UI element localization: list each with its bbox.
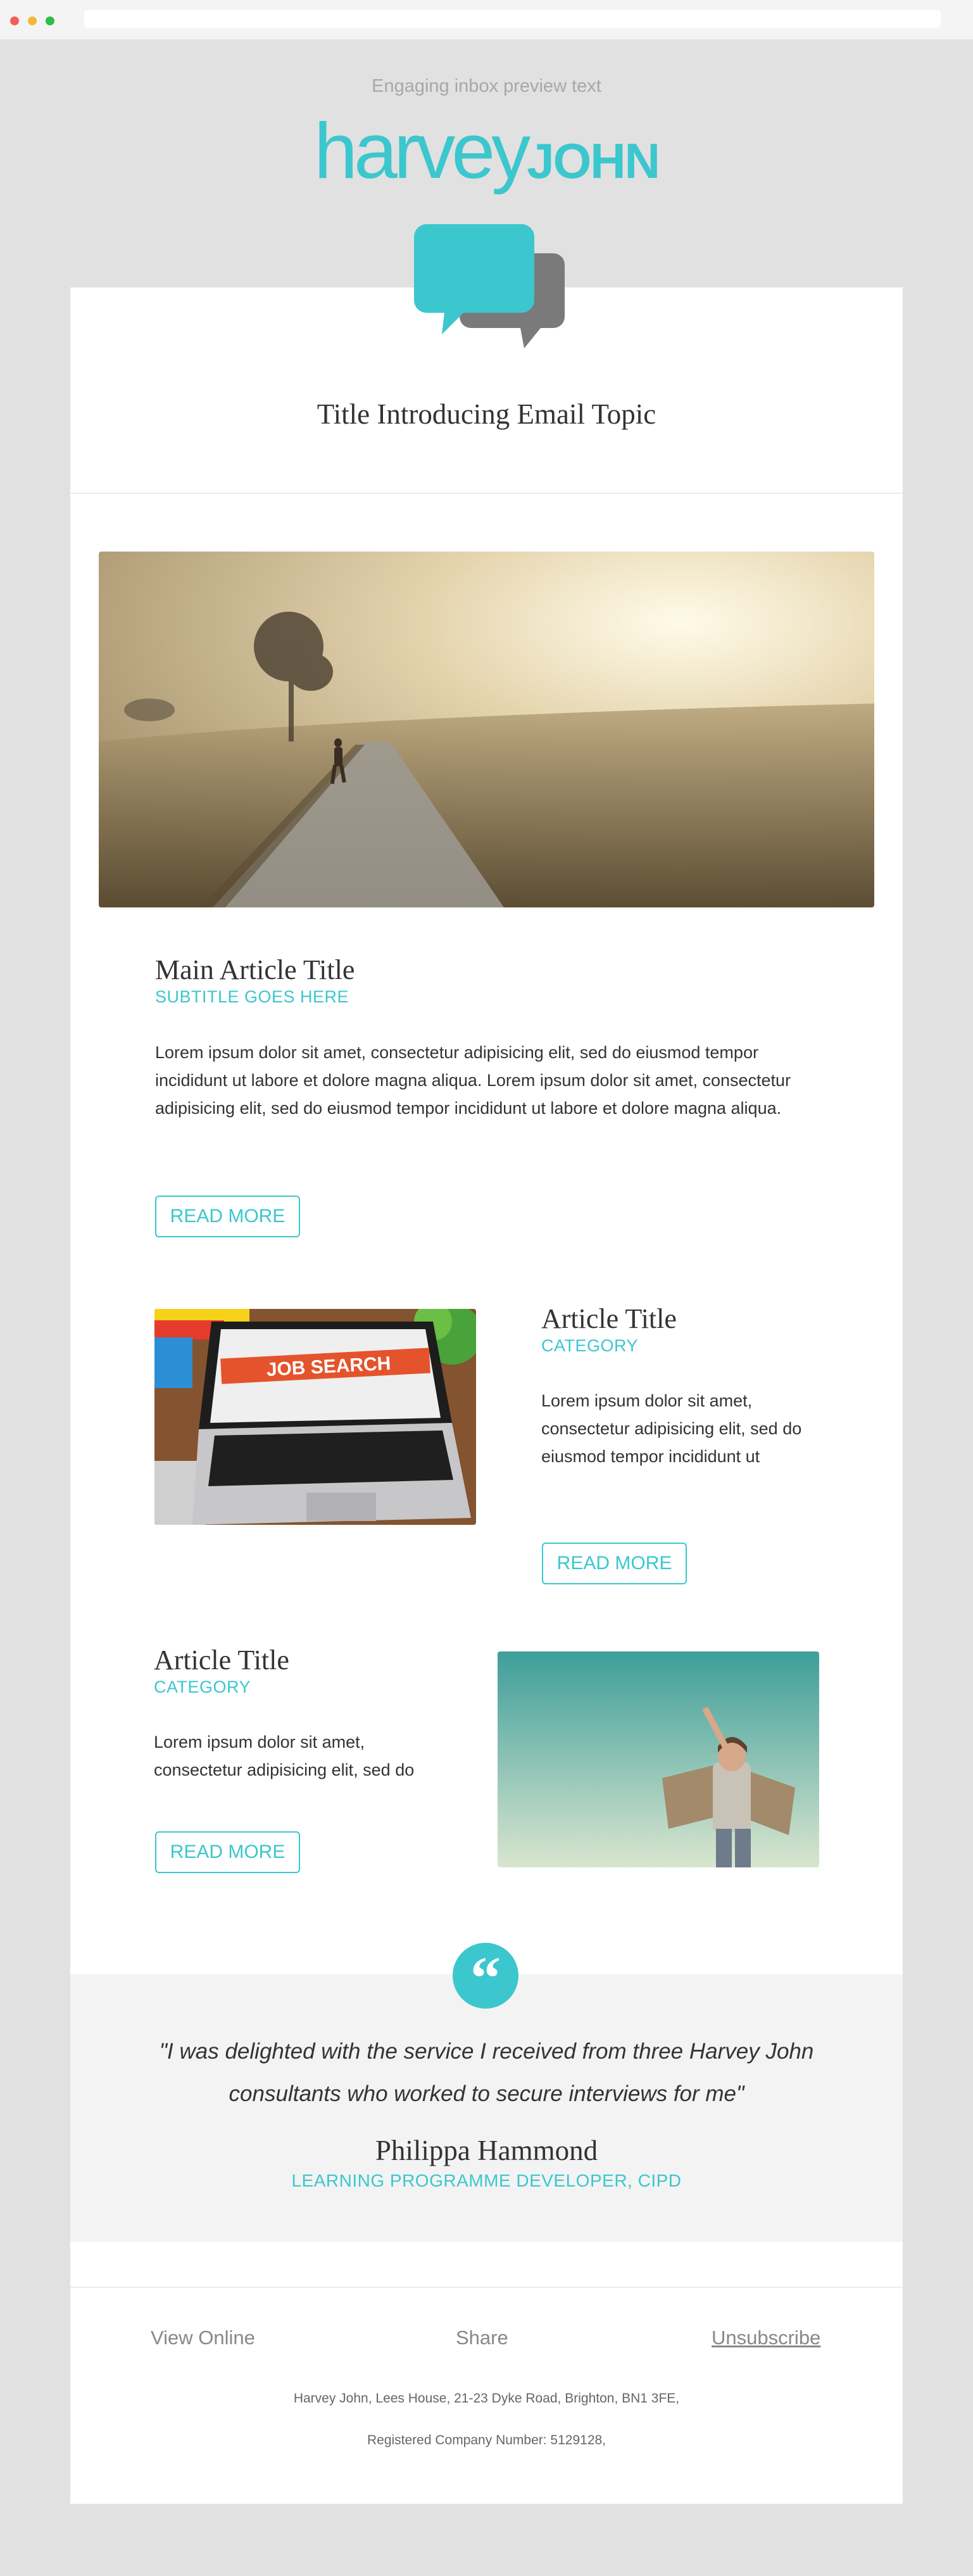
article-2-read-more-button[interactable]: READ MORE bbox=[155, 1831, 300, 1873]
email-title: Title Introducing Email Topic bbox=[317, 398, 656, 430]
testimonial-role: LEARNING PROGRAMME DEVELOPER, CIPD bbox=[291, 2171, 682, 2190]
testimonial-name: Philippa Hammond bbox=[375, 2135, 598, 2166]
article-1-body: Lorem ipsum dolor sit amet, consectetur … bbox=[541, 1391, 802, 1466]
hero-image-runner bbox=[99, 552, 874, 907]
quote-icon: “ bbox=[453, 1943, 518, 2009]
article-1-category: CATEGORY bbox=[541, 1336, 639, 1355]
harvey-john-logo: harveyJOHN bbox=[314, 108, 660, 195]
share-link[interactable]: Share bbox=[456, 2327, 508, 2349]
article-2-category: CATEGORY bbox=[154, 1677, 251, 1696]
preview-text: Engaging inbox preview text bbox=[372, 76, 601, 96]
article-2-body: Lorem ipsum dolor sit amet, consectetur … bbox=[154, 1733, 415, 1779]
article-1-read-more-button[interactable]: READ MORE bbox=[542, 1543, 687, 1584]
main-article-body: Lorem ipsum dolor sit amet, consectetur … bbox=[155, 1043, 791, 1118]
header-divider bbox=[70, 493, 903, 494]
article-2-title: Article Title bbox=[154, 1645, 289, 1676]
main-article-subtitle: SUBTITLE GOES HERE bbox=[155, 987, 349, 1006]
address-bar[interactable] bbox=[84, 10, 941, 28]
maximize-window-dot[interactable] bbox=[46, 16, 54, 25]
main-article-read-more-button[interactable]: READ MORE bbox=[155, 1196, 300, 1237]
child-flying-image bbox=[498, 1651, 819, 1867]
testimonial-quote: "I was delighted with the service I rece… bbox=[159, 2039, 814, 2106]
chat-bubbles-icon bbox=[414, 224, 565, 348]
unsubscribe-link[interactable]: Unsubscribe bbox=[712, 2327, 820, 2349]
close-window-dot[interactable] bbox=[10, 16, 19, 25]
company-registration: Registered Company Number: 5129128, bbox=[367, 2433, 606, 2447]
company-address: Harvey John, Lees House, 21-23 Dyke Road… bbox=[293, 2391, 680, 2406]
browser-chrome bbox=[0, 0, 973, 40]
main-article-title: Main Article Title bbox=[155, 954, 355, 985]
view-online-link[interactable]: View Online bbox=[151, 2327, 255, 2349]
article-1-title: Article Title bbox=[541, 1303, 677, 1334]
footer-divider bbox=[70, 2287, 903, 2288]
minimize-window-dot[interactable] bbox=[28, 16, 37, 25]
job-search-laptop-image: JOB SEARCH bbox=[154, 1309, 476, 1525]
